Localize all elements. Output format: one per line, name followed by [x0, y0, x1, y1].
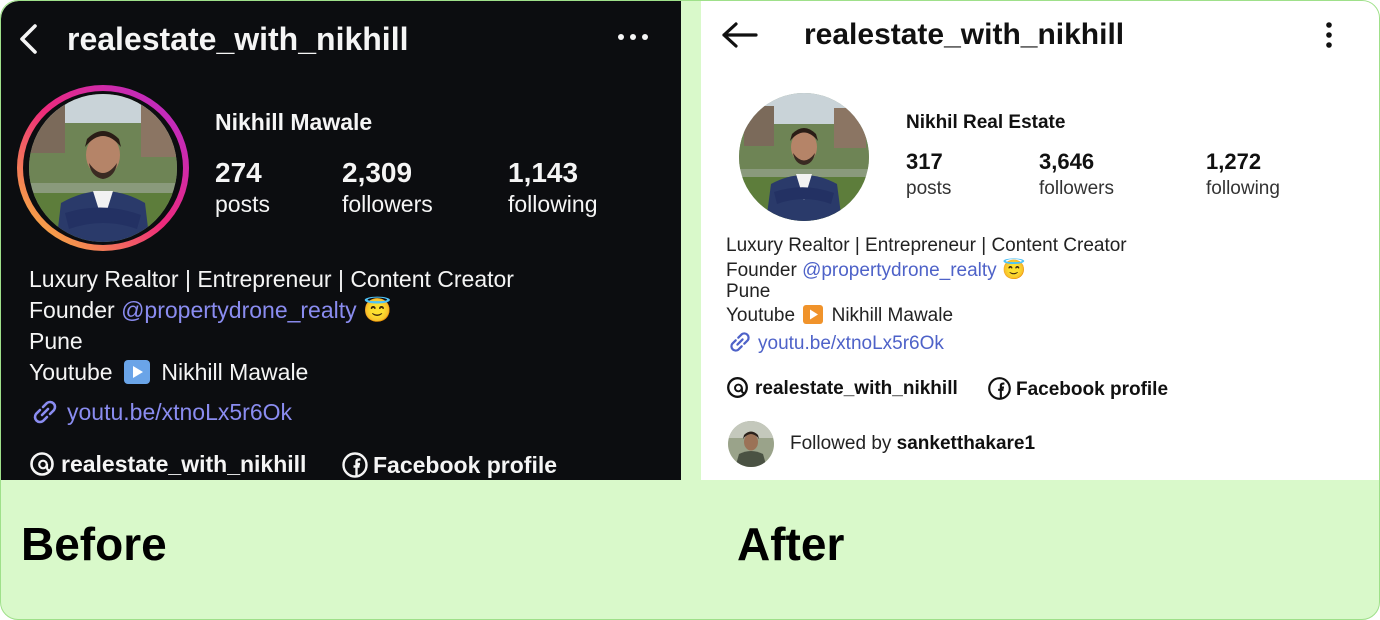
- link-text: youtu.be/xtnoLx5r6Ok: [758, 333, 944, 354]
- bio-line: Luxury Realtor | Entrepreneur | Content …: [29, 266, 514, 292]
- followed-by-user[interactable]: sanketthakare1: [897, 433, 1035, 454]
- youtube-name: Nikhill Mawale: [161, 359, 309, 385]
- founder-prefix: Founder: [726, 260, 797, 281]
- link-icon: [33, 400, 57, 424]
- before-profile-panel: realestate_with_nikhill Nikhill Mawale 2…: [1, 1, 681, 480]
- stat-posts[interactable]: 317 posts: [906, 149, 951, 200]
- followed-by-prefix: Followed by: [790, 433, 892, 454]
- facebook-link[interactable]: Facebook profile: [341, 451, 557, 479]
- after-caption: After: [737, 518, 845, 570]
- display-name: Nikhil Real Estate: [906, 112, 1066, 133]
- stat-value: 3,646: [1039, 149, 1095, 174]
- link-text: youtu.be/xtnoLx5r6Ok: [67, 399, 293, 425]
- stat-label: following: [1206, 178, 1280, 199]
- bio-link[interactable]: youtu.be/xtnoLx5r6Ok: [29, 398, 292, 426]
- profile-avatar[interactable]: [15, 83, 191, 253]
- angel-emoji: 😇: [363, 297, 392, 323]
- threads-label: realestate_with_nikhill: [61, 451, 307, 477]
- youtube-prefix: Youtube: [29, 359, 113, 385]
- youtube-prefix: Youtube: [726, 305, 796, 326]
- play-icon: [123, 360, 150, 384]
- stat-following[interactable]: 1,143 following: [508, 157, 598, 218]
- facebook-icon: [342, 452, 368, 478]
- more-options-icon[interactable]: [616, 31, 650, 43]
- bio-youtube-line: Youtube Nikhill Mawale: [726, 304, 953, 327]
- back-arrow-icon[interactable]: [721, 21, 759, 49]
- stat-posts[interactable]: 274 posts: [215, 157, 270, 218]
- stat-label: followers: [342, 191, 433, 217]
- stat-label: followers: [1039, 178, 1114, 199]
- founder-handle-link[interactable]: @propertydrone_realty: [121, 297, 357, 323]
- profile-avatar[interactable]: [738, 92, 870, 222]
- facebook-label: Facebook profile: [373, 452, 558, 478]
- stat-following[interactable]: 1,272 following: [1206, 149, 1280, 200]
- stat-followers[interactable]: 3,646 followers: [1039, 149, 1114, 200]
- facebook-label: Facebook profile: [1016, 379, 1169, 400]
- before-caption: Before: [21, 518, 167, 570]
- bio-city: Pune: [29, 328, 83, 354]
- play-icon: [803, 305, 824, 324]
- profile-username: realestate_with_nikhill: [67, 21, 409, 57]
- display-name: Nikhill Mawale: [215, 109, 373, 135]
- threads-label: realestate_with_nikhill: [755, 378, 958, 399]
- facebook-icon: [988, 377, 1011, 400]
- after-profile-panel: realestate_with_nikhill Nikhil Real Esta…: [701, 1, 1379, 480]
- more-options-icon[interactable]: [1324, 21, 1334, 49]
- stat-value: 1,272: [1206, 149, 1262, 174]
- followed-by-line: Followed by sanketthakare1: [790, 433, 1035, 455]
- link-icon: [730, 332, 750, 352]
- bio-youtube-line: Youtube Nikhill Mawale: [29, 359, 308, 386]
- threads-icon: [727, 377, 748, 398]
- facebook-link[interactable]: Facebook profile: [987, 376, 1168, 401]
- stat-followers[interactable]: 2,309 followers: [342, 157, 433, 218]
- threads-icon: [30, 452, 54, 476]
- bio-city: Pune: [726, 281, 771, 302]
- follower-avatar[interactable]: [727, 420, 775, 473]
- back-arrow-icon[interactable]: [17, 23, 39, 55]
- bio-line: Luxury Realtor | Entrepreneur | Content …: [726, 235, 1127, 256]
- stat-value: 1,143: [508, 157, 579, 188]
- bio-link[interactable]: youtu.be/xtnoLx5r6Ok: [726, 330, 944, 355]
- comparison-card: realestate_with_nikhill Nikhill Mawale 2…: [0, 0, 1380, 620]
- bio-founder-line: Founder @propertydrone_realty 😇: [726, 258, 1026, 282]
- stat-label: following: [508, 191, 598, 217]
- founder-handle-link[interactable]: @propertydrone_realty: [802, 260, 997, 281]
- stat-label: posts: [215, 191, 270, 217]
- stat-value: 274: [215, 157, 262, 188]
- founder-prefix: Founder: [29, 297, 115, 323]
- bio-founder-line: Founder @propertydrone_realty 😇: [29, 297, 392, 324]
- profile-username: realestate_with_nikhill: [804, 18, 1125, 51]
- youtube-name: Nikhill Mawale: [831, 305, 954, 326]
- threads-link[interactable]: realestate_with_nikhill: [726, 376, 958, 400]
- stat-value: 317: [906, 149, 943, 174]
- stat-value: 2,309: [342, 157, 413, 188]
- stat-label: posts: [906, 178, 952, 199]
- threads-link[interactable]: realestate_with_nikhill: [29, 451, 306, 478]
- angel-emoji: 😇: [1001, 260, 1026, 281]
